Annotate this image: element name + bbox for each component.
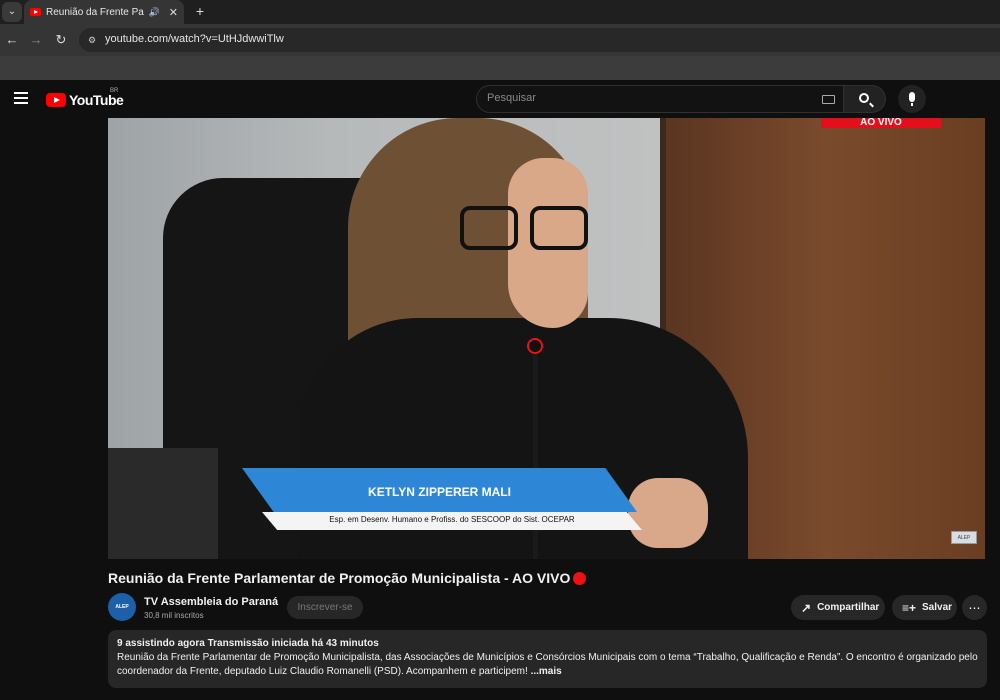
lower-third: KETLYN ZIPPERER MALI Esp. em Desenv. Hum…	[242, 468, 642, 532]
save-label: Salvar	[922, 602, 953, 613]
video-speaker-hand	[628, 478, 708, 548]
youtube-play-icon	[46, 93, 66, 107]
bookmarks-strip	[0, 56, 1000, 80]
share-icon: ↗	[801, 600, 812, 615]
video-speaker-glasses	[460, 206, 588, 252]
youtube-masthead: YouTube BR	[0, 80, 1000, 118]
glasses-lens-left	[460, 206, 518, 250]
description-text: Reunião da Frente Parlamentar de Promoçã…	[117, 651, 978, 679]
logo-text: YouTube	[69, 92, 124, 108]
description-stats: 9 assistindo agora Transmissão iniciada …	[117, 638, 379, 649]
lower-third-name: KETLYN ZIPPERER MALI	[368, 485, 511, 499]
more-actions-button[interactable]: ⋯	[962, 595, 987, 620]
youtube-favicon-icon	[30, 8, 41, 16]
back-icon[interactable]: ←	[2, 30, 22, 50]
search-icon	[859, 93, 869, 103]
video-player[interactable]: AO VIVO KETLYN ZIPPERER MALI Esp. em Des…	[108, 118, 985, 559]
tab-title: Reunião da Frente Parlamentar	[46, 6, 144, 18]
video-title-text: Reunião da Frente Parlamentar de Promoçã…	[108, 570, 571, 586]
share-label: Compartilhar	[817, 602, 880, 613]
tab-search-chevron-icon[interactable]: ⌄	[2, 2, 22, 22]
video-chair-seat	[108, 448, 218, 559]
live-badge: AO VIVO	[821, 118, 941, 128]
save-button[interactable]: ≡+ Salvar	[892, 595, 957, 620]
search-input[interactable]	[487, 92, 807, 104]
video-microphone-head	[527, 338, 543, 354]
voice-search-button[interactable]	[898, 85, 926, 113]
microphone-icon	[909, 92, 915, 106]
reload-icon[interactable]: ↻	[51, 30, 71, 50]
channel-name[interactable]: TV Assembleia do Paraná	[144, 596, 278, 608]
site-settings-icon[interactable]: ⚙	[85, 33, 99, 47]
browser-tab[interactable]: Reunião da Frente Parlamentar 🔊 ✕	[24, 0, 184, 24]
new-tab-button[interactable]: +	[190, 2, 210, 22]
keyboard-icon[interactable]	[822, 95, 835, 104]
url-text: youtube.com/watch?v=UtHJdwwiTlw	[105, 33, 284, 45]
lower-third-role: Esp. em Desenv. Humano e Profiss. do SES…	[329, 515, 575, 524]
browser-tab-bar: ⌄ Reunião da Frente Parlamentar 🔊 ✕ +	[0, 0, 1000, 24]
menu-icon[interactable]	[14, 92, 28, 104]
description-box[interactable]: 9 assistindo agora Transmissão iniciada …	[108, 630, 987, 688]
browser-toolbar: ← → ↻ ⚙ youtube.com/watch?v=UtHJdwwiTlw	[0, 24, 1000, 56]
description-more-link[interactable]: ...mais	[531, 666, 562, 677]
channel-avatar[interactable]: ALEP	[108, 593, 136, 621]
channel-watermark-icon[interactable]: ALEP	[951, 531, 977, 544]
subscribe-button[interactable]: Inscrever-se	[287, 596, 363, 619]
tab-close-icon[interactable]: ✕	[169, 6, 178, 19]
playlist-add-icon: ≡+	[902, 600, 917, 615]
live-indicator-icon	[573, 571, 587, 585]
search-button[interactable]	[844, 85, 886, 113]
channel-subscribers: 30,8 mil inscritos	[144, 611, 204, 620]
youtube-logo[interactable]: YouTube	[46, 92, 124, 108]
glasses-lens-right	[530, 206, 588, 250]
forward-icon[interactable]: →	[26, 30, 46, 50]
search-box	[476, 85, 844, 113]
video-title: Reunião da Frente Parlamentar de Promoçã…	[108, 570, 587, 586]
speaker-icon[interactable]: 🔊	[149, 7, 160, 18]
share-button[interactable]: ↗ Compartilhar	[791, 595, 885, 620]
country-code: BR	[110, 88, 119, 94]
address-bar[interactable]: ⚙ youtube.com/watch?v=UtHJdwwiTlw	[79, 28, 1000, 52]
